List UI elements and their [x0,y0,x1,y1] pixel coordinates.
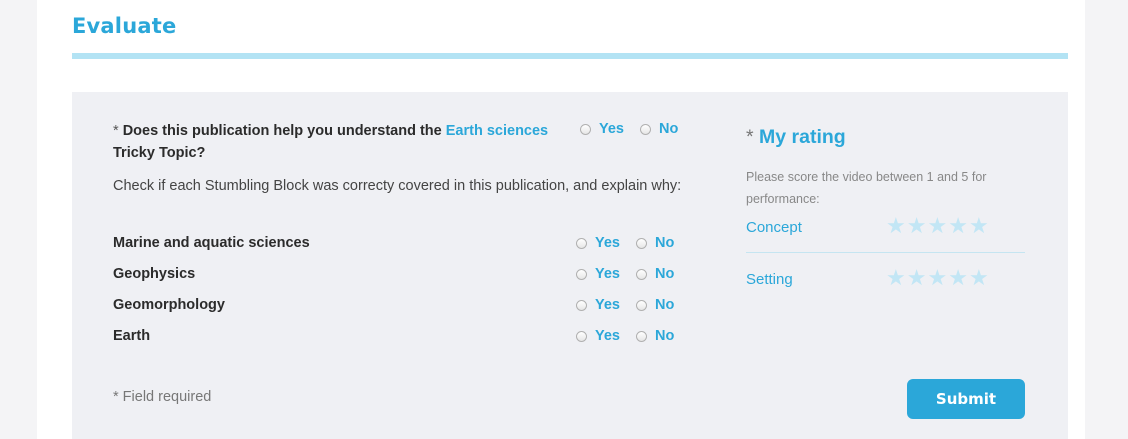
radio-no[interactable] [636,268,647,280]
star-icon[interactable]: ★ [969,213,990,238]
question-topic: Earth sciences [445,123,549,139]
star-rating[interactable]: ★★★★★ [886,267,990,289]
instruction-text: Check if each Stumbling Block was correc… [113,178,682,194]
star-icon[interactable]: ★ [907,213,928,238]
required-mark: * [113,123,119,139]
star-icon[interactable]: ★ [907,265,928,290]
title-underline [72,53,1068,59]
rating-divider [746,252,1025,253]
rating-description: Please score the video between 1 and 5 f… [746,170,987,206]
main-question-options: Yes No [580,121,678,137]
radio-yes[interactable] [576,330,587,342]
rating-title: * My rating [746,126,846,149]
radio-yes-label[interactable]: Yes [595,297,620,313]
stumbling-block-options: Yes No [576,297,674,313]
radio-yes-label[interactable]: Yes [595,328,620,344]
stumbling-block-label: Earth [113,328,151,344]
radio-yes-label[interactable]: Yes [599,121,624,137]
radio-no[interactable] [640,123,651,135]
field-required-note: * Field required [113,389,212,405]
rating-item-label: Setting [746,271,793,288]
radio-no[interactable] [636,299,647,311]
stumbling-block-label: Geophysics [113,266,196,282]
stumbling-block-options: Yes No [576,328,674,344]
star-icon[interactable]: ★ [927,265,948,290]
star-icon[interactable]: ★ [948,213,969,238]
required-mark: * [746,126,754,148]
star-icon[interactable]: ★ [886,265,907,290]
radio-no-label[interactable]: No [655,235,674,251]
radio-yes[interactable] [580,123,591,135]
radio-yes-label[interactable]: Yes [595,266,620,282]
radio-no[interactable] [636,237,647,249]
stumbling-block-label: Geomorphology [113,297,225,313]
radio-yes[interactable] [576,237,587,249]
question-text-before: Does this publication help you understan… [122,123,442,139]
page-title: Evaluate [72,14,177,38]
stumbling-block-options: Yes No [576,235,674,251]
stumbling-block-label: Marine and aquatic sciences [113,235,310,251]
star-icon[interactable]: ★ [886,213,907,238]
radio-yes[interactable] [576,299,587,311]
radio-no-label[interactable]: No [655,266,674,282]
rating-item-label: Concept [746,219,802,236]
radio-no[interactable] [636,330,647,342]
radio-no-label[interactable]: No [655,328,674,344]
question-text-after: Tricky Topic? [113,145,206,161]
radio-no-label[interactable]: No [659,121,678,137]
radio-yes[interactable] [576,268,587,280]
submit-button[interactable]: Submit [907,379,1025,419]
radio-yes-label[interactable]: Yes [595,235,620,251]
star-icon[interactable]: ★ [927,213,948,238]
main-question: * Does this publication help you underst… [113,120,563,164]
star-icon[interactable]: ★ [948,265,969,290]
star-icon[interactable]: ★ [969,265,990,290]
rating-title-text: My rating [759,126,846,148]
stumbling-block-options: Yes No [576,266,674,282]
radio-no-label[interactable]: No [655,297,674,313]
right-edge-strip [1088,8,1128,439]
star-rating[interactable]: ★★★★★ [886,215,990,237]
